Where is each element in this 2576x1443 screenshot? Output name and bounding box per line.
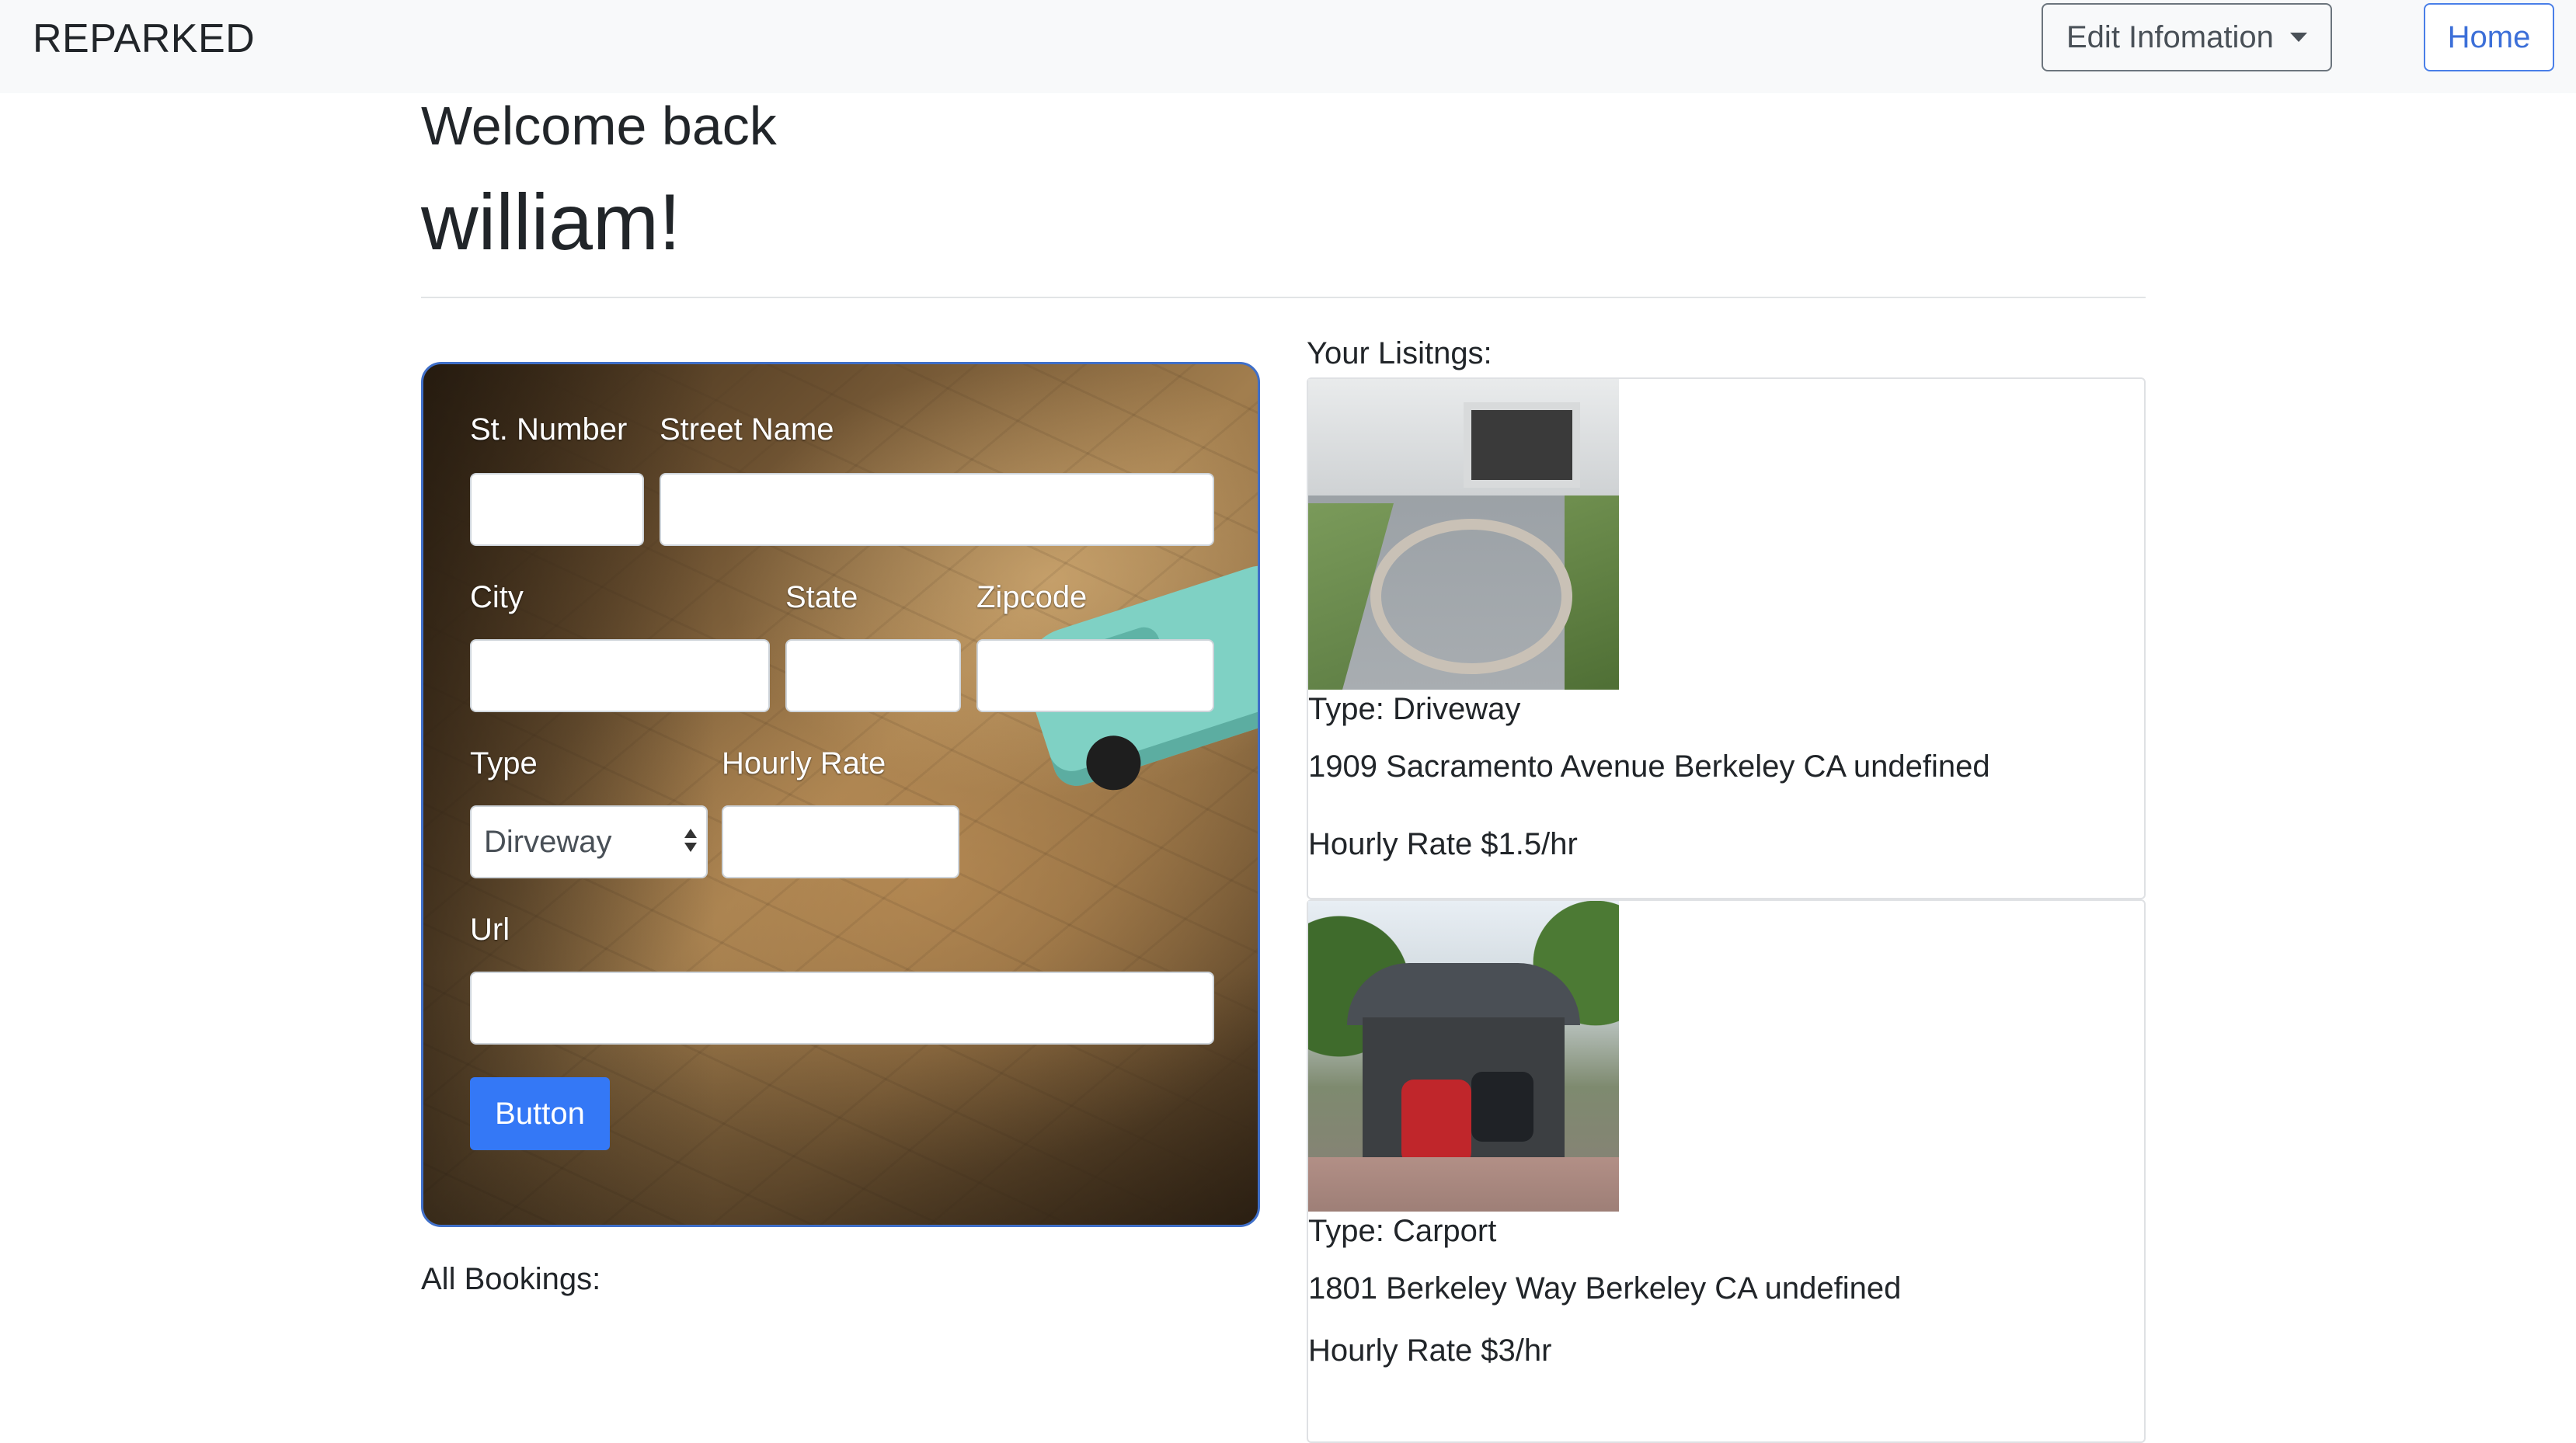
brand-logo[interactable]: REPARKED	[33, 16, 255, 62]
submit-button[interactable]: Button	[470, 1077, 610, 1150]
carport-image	[1308, 901, 1619, 1212]
add-listing-form: St. Number Street Name City State Zipcod…	[421, 362, 1260, 1227]
listing-type: Type: Carport	[1308, 1214, 1497, 1248]
listing-card[interactable]: Type: Driveway 1909 Sacramento Avenue Be…	[1307, 377, 2146, 899]
home-button[interactable]: Home	[2424, 3, 2554, 71]
navbar: REPARKED Edit Infomation Home	[0, 0, 2576, 93]
driveway-image	[1308, 379, 1619, 690]
chevron-down-icon	[2290, 33, 2307, 42]
street-name-label: Street Name	[660, 412, 834, 447]
type-select[interactable]: Dirveway	[470, 805, 708, 878]
select-arrows-icon	[683, 829, 698, 860]
zipcode-label: Zipcode	[976, 580, 1088, 614]
type-select-value: Dirveway	[484, 825, 612, 859]
divider	[421, 297, 2146, 298]
hourly-rate-input[interactable]	[722, 805, 959, 878]
edit-information-label: Edit Infomation	[2066, 20, 2274, 54]
type-label: Type	[470, 746, 538, 781]
listing-card[interactable]: Type: Carport 1801 Berkeley Way Berkeley…	[1307, 899, 2146, 1443]
welcome-heading: Welcome back	[421, 96, 777, 156]
username-heading: william!	[421, 178, 681, 266]
zipcode-input[interactable]	[976, 639, 1214, 712]
url-label: Url	[470, 913, 510, 947]
state-input[interactable]	[785, 639, 961, 712]
url-input[interactable]	[470, 972, 1214, 1045]
listings-heading: Your Lisitngs:	[1307, 336, 1492, 370]
st-number-label: St. Number	[470, 412, 628, 447]
listing-rate: Hourly Rate $1.5/hr	[1308, 827, 1578, 861]
st-number-input[interactable]	[470, 473, 644, 546]
listing-type: Type: Driveway	[1308, 692, 1521, 726]
city-input[interactable]	[470, 639, 770, 712]
all-bookings-heading: All Bookings:	[421, 1262, 601, 1296]
city-label: City	[470, 580, 524, 614]
edit-information-dropdown[interactable]: Edit Infomation	[2042, 3, 2332, 71]
hourly-rate-label: Hourly Rate	[722, 746, 886, 781]
listing-address: 1801 Berkeley Way Berkeley CA undefined	[1308, 1271, 1902, 1306]
listing-address: 1909 Sacramento Avenue Berkeley CA undef…	[1308, 749, 1990, 784]
street-name-input[interactable]	[660, 473, 1214, 546]
listing-rate: Hourly Rate $3/hr	[1308, 1333, 1552, 1368]
state-label: State	[785, 580, 858, 614]
